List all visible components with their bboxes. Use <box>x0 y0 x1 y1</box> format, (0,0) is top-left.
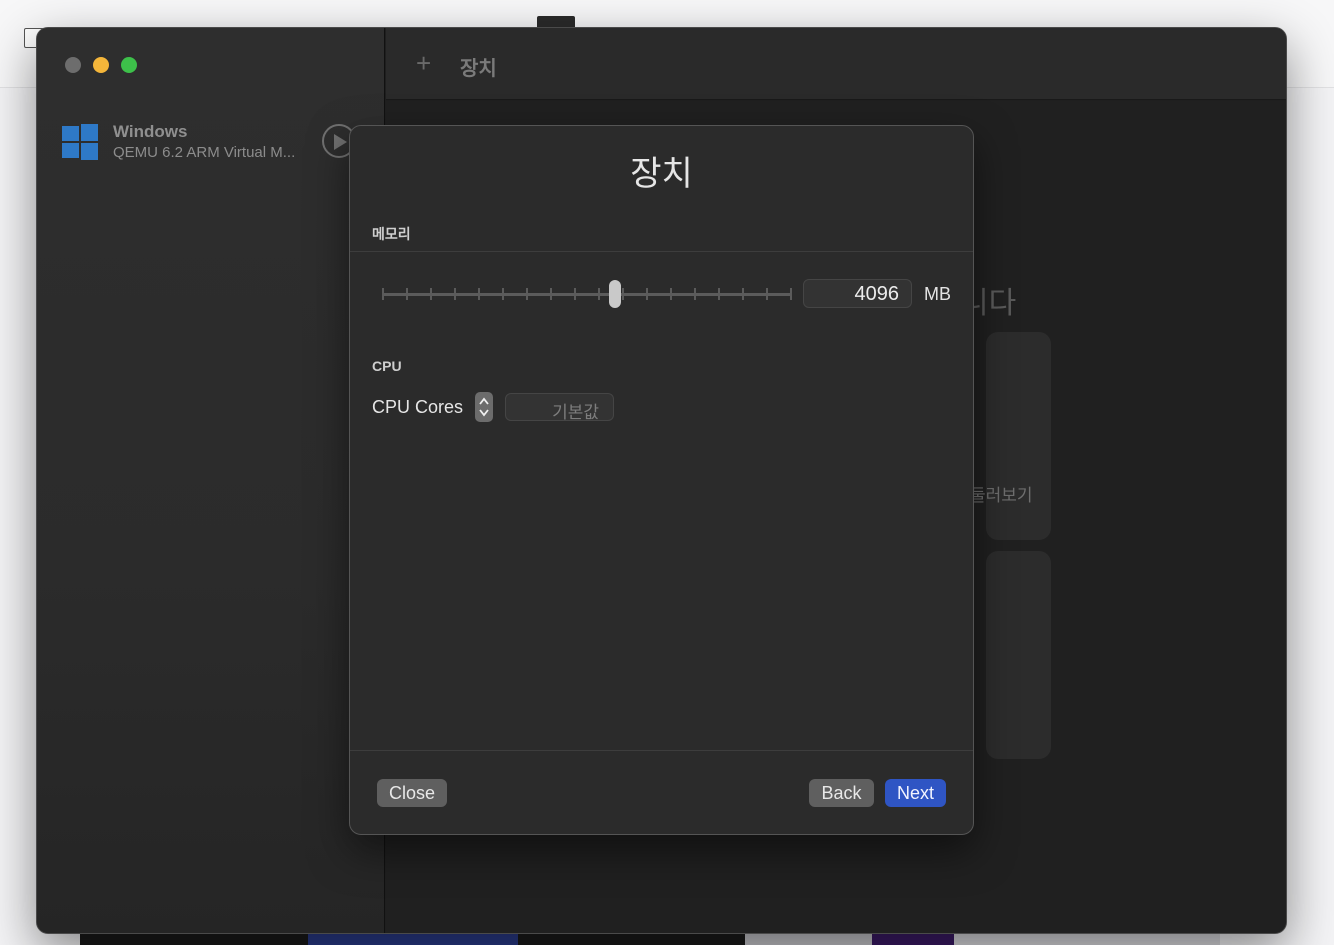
memory-section-label: 메모리 <box>372 226 411 242</box>
sheet-title: 장치 <box>630 155 693 193</box>
cpu-cores-label: CPU Cores <box>372 397 464 417</box>
cpu-cores-input[interactable]: 기본값 <box>505 393 614 422</box>
close-button[interactable]: Close <box>377 779 447 807</box>
plus-icon[interactable]: + <box>416 50 431 76</box>
toolbar: + 장치 <box>386 28 1286 100</box>
background-card <box>986 332 1051 540</box>
cpu-cores-stepper[interactable] <box>475 392 493 422</box>
windows-logo-icon <box>62 124 100 160</box>
divider <box>350 251 973 252</box>
window-zoom-button[interactable] <box>121 57 137 73</box>
cpu-section-label: CPU <box>372 358 402 374</box>
devices-sheet: 장치 메모리 4096 MB CPU CPU Cores 기본값 Close B… <box>349 125 974 835</box>
memory-unit-label: MB <box>924 284 951 304</box>
window-close-button[interactable] <box>65 57 81 73</box>
sidebar: Windows QEMU 6.2 ARM Virtual M... <box>37 28 385 933</box>
window-minimize-button[interactable] <box>93 57 109 73</box>
vm-subtitle: QEMU 6.2 ARM Virtual M... <box>113 144 296 161</box>
memory-input[interactable]: 4096 <box>803 279 912 308</box>
toolbar-title: 장치 <box>460 58 497 80</box>
divider <box>350 750 973 751</box>
background-card-text: 둘러보기 <box>970 486 1033 505</box>
vm-name: Windows <box>113 122 188 141</box>
background-card <box>986 551 1051 759</box>
memory-slider[interactable] <box>382 278 792 310</box>
slider-track <box>382 293 792 296</box>
slider-knob[interactable] <box>609 280 621 308</box>
next-button[interactable]: Next <box>885 779 946 807</box>
back-button[interactable]: Back <box>809 779 874 807</box>
